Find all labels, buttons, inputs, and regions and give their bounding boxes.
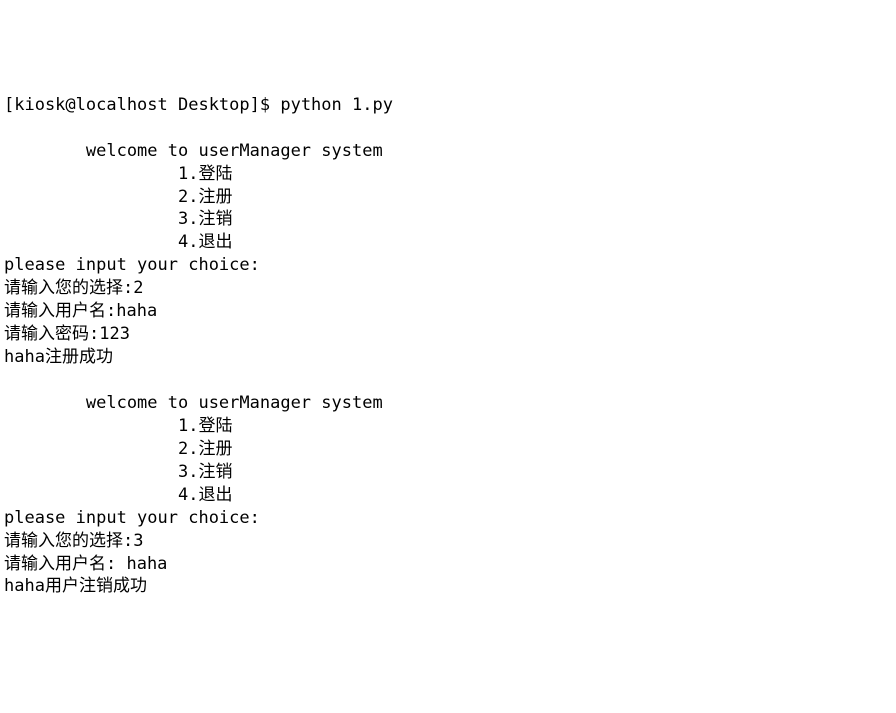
register-success-line: haha注册成功	[4, 346, 892, 369]
shell-prompt: [kiosk@localhost Desktop]$	[4, 95, 280, 115]
menu-item-logout: 3.注销	[4, 461, 892, 484]
menu-item-login: 1.登陆	[4, 163, 892, 186]
terminal-output[interactable]: [kiosk@localhost Desktop]$ python 1.py w…	[4, 94, 892, 599]
choice-prompt-en: please input your choice:	[4, 254, 892, 277]
username-input-line: 请输入用户名: haha	[4, 553, 892, 576]
blank-line	[4, 117, 892, 140]
choice-input-line: 请输入您的选择:2	[4, 277, 892, 300]
choice-prompt-en: please input your choice:	[4, 507, 892, 530]
logout-success-line: haha用户注销成功	[4, 575, 892, 598]
prompt-line: [kiosk@localhost Desktop]$ python 1.py	[4, 94, 892, 117]
username-input-line: 请输入用户名:haha	[4, 300, 892, 323]
menu-item-register: 2.注册	[4, 186, 892, 209]
menu-header: welcome to userManager system	[4, 392, 892, 415]
blank-line	[4, 369, 892, 392]
password-input-line: 请输入密码:123	[4, 323, 892, 346]
menu-item-exit: 4.退出	[4, 484, 892, 507]
menu-item-register: 2.注册	[4, 438, 892, 461]
menu-item-logout: 3.注销	[4, 208, 892, 231]
choice-input-line: 请输入您的选择:3	[4, 530, 892, 553]
command-text: python 1.py	[280, 95, 393, 115]
menu-item-login: 1.登陆	[4, 415, 892, 438]
menu-item-exit: 4.退出	[4, 231, 892, 254]
menu-header: welcome to userManager system	[4, 140, 892, 163]
